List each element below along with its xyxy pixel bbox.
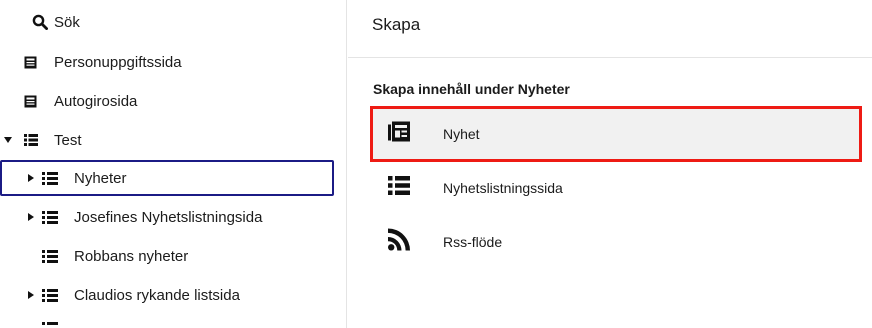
content-tree: Sök Personuppgiftssida Autogirosida Test…: [0, 0, 347, 328]
tree-item-test[interactable]: Test: [0, 122, 346, 158]
create-item-label: Rss-flöde: [443, 234, 503, 250]
create-item-nyhet[interactable]: Nyhet: [370, 106, 862, 162]
tree-item-label: Nyheter: [74, 169, 127, 187]
tree-item-label: Robbans nyheter: [74, 247, 189, 265]
list-icon: [24, 134, 38, 146]
search-icon: [32, 14, 48, 30]
tree-item-josefines-nyhetslistningsida[interactable]: Josefines Nyhetslistningsida: [0, 199, 346, 235]
tree-item-autogirosida[interactable]: Autogirosida: [0, 83, 346, 119]
create-panel: Skapa Skapa innehåll under Nyheter Nyhet…: [348, 0, 872, 328]
news-icon: [388, 121, 410, 147]
tree-item-label: Autogirosida: [54, 92, 138, 110]
tree-item-claudios-rykande-listsida[interactable]: Claudios rykande listsida: [0, 277, 346, 313]
tree-item-label: Test: [54, 131, 82, 149]
panel-title: Skapa: [372, 15, 421, 34]
list-icon: [42, 322, 58, 328]
list-icon: [42, 171, 58, 185]
rss-icon: [388, 228, 410, 256]
tree-item-sok[interactable]: Sök: [0, 4, 346, 40]
tree-item-nyheter[interactable]: Nyheter: [0, 160, 334, 196]
create-item-rss-flode[interactable]: Rss-flöde: [370, 214, 862, 270]
caret-down-icon[interactable]: [3, 135, 13, 145]
caret-right-icon[interactable]: [26, 290, 36, 300]
list-icon: [42, 210, 58, 224]
create-item-label: Nyhetslistningssida: [443, 180, 563, 196]
page-icon: [24, 56, 37, 69]
divider: [348, 57, 872, 58]
tree-item-robbans-nyheter[interactable]: Robbans nyheter: [0, 238, 346, 274]
tree-item-label: Sök: [54, 13, 80, 31]
list-icon: [388, 176, 410, 200]
list-icon: [42, 288, 58, 302]
create-group-heading: Skapa innehåll under Nyheter: [373, 81, 570, 97]
tree-item-label: Personuppgiftssida: [54, 53, 182, 71]
tree-item-label: Claudios rykande listsida: [74, 286, 240, 304]
caret-right-icon[interactable]: [26, 173, 36, 183]
create-item-nyhetslistningssida[interactable]: Nyhetslistningssida: [370, 160, 862, 216]
tree-item-label: Josefines Nyhetslistningsida: [74, 208, 263, 226]
tree-item-personuppgiftssida[interactable]: Personuppgiftssida: [0, 44, 346, 80]
create-item-label: Nyhet: [443, 126, 480, 142]
caret-right-icon[interactable]: [26, 212, 36, 222]
list-icon: [42, 249, 58, 263]
page-icon: [24, 95, 37, 108]
